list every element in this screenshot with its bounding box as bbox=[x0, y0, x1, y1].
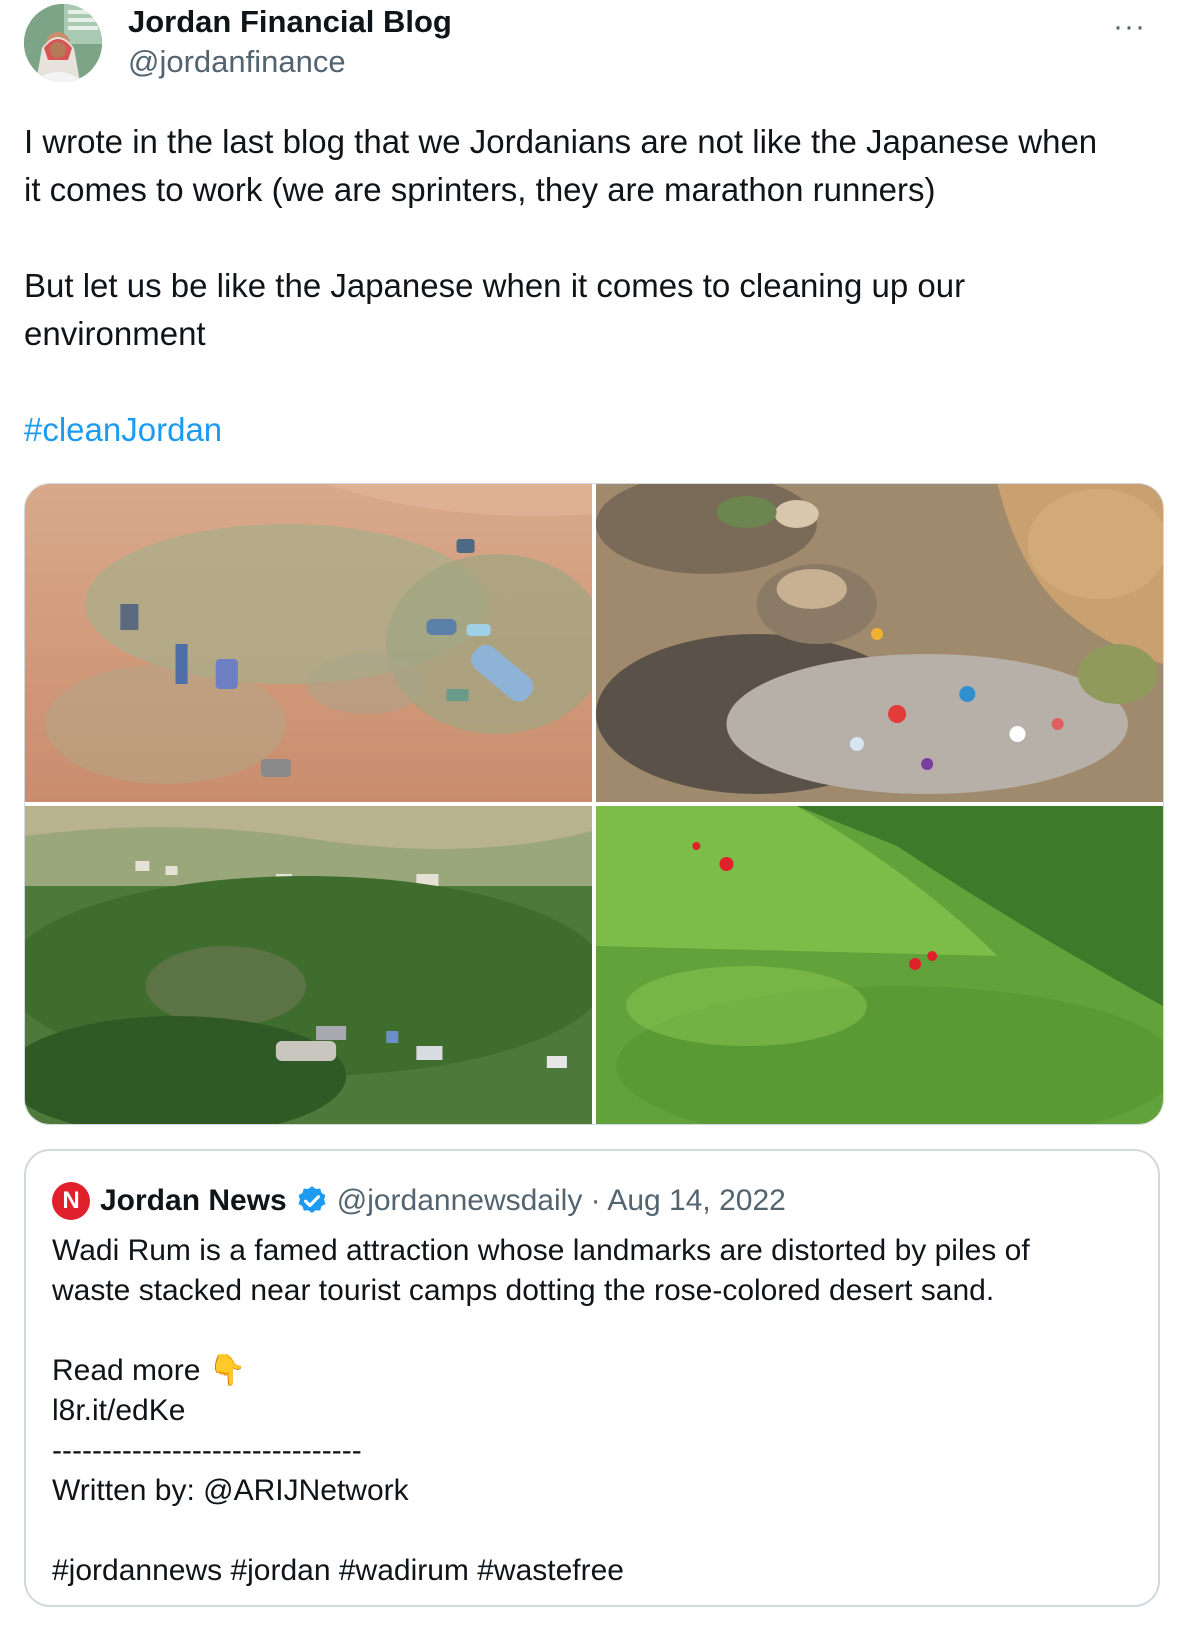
quoted-line: Wadi Rum is a famed attraction whose lan… bbox=[52, 1234, 1030, 1267]
avatar-man-keffiyeh-icon bbox=[24, 4, 102, 82]
photo-3[interactable] bbox=[25, 806, 592, 1124]
quoted-handle-date[interactable]: @jordannewsdaily · Aug 14, 2022 bbox=[337, 1184, 786, 1218]
photo-grid bbox=[24, 483, 1164, 1125]
tweet-text: I wrote in the last blog that we Jordani… bbox=[24, 118, 1154, 454]
quoted-tweet-header: N Jordan News @jordannewsdaily · Aug 14,… bbox=[52, 1181, 786, 1221]
tweet-line: I wrote in the last blog that we Jordani… bbox=[24, 123, 1098, 160]
author-handle[interactable]: @jordanfinance bbox=[128, 44, 346, 80]
author-name[interactable]: Jordan Financial Blog bbox=[128, 4, 452, 40]
divider-line: ------------------------------- bbox=[52, 1434, 362, 1467]
tweet-line: it comes to work (we are sprinters, they… bbox=[24, 171, 936, 208]
photo-2[interactable] bbox=[596, 484, 1163, 802]
quoted-link[interactable]: l8r.it/edKe bbox=[52, 1391, 1142, 1431]
photo-rocky-wadi-litter-icon bbox=[596, 484, 1163, 802]
tweet-line: environment bbox=[24, 315, 206, 352]
photo-green-hillside-litter-icon bbox=[25, 806, 592, 1124]
quoted-tweet-card[interactable]: N Jordan News @jordannewsdaily · Aug 14,… bbox=[24, 1149, 1160, 1607]
photo-desert-sand-litter-icon bbox=[25, 484, 592, 802]
quoted-line: waste stacked near tourist camps dotting… bbox=[52, 1274, 995, 1307]
photo-1[interactable] bbox=[25, 484, 592, 802]
jordan-news-logo-icon: N bbox=[52, 1182, 90, 1220]
photo-4[interactable] bbox=[596, 806, 1163, 1124]
quoted-author-name[interactable]: Jordan News bbox=[100, 1184, 287, 1218]
quoted-tweet-body: Wadi Rum is a famed attraction whose lan… bbox=[52, 1231, 1142, 1591]
hashtag-link[interactable]: #cleanJordan bbox=[24, 411, 222, 448]
tweet-line: But let us be like the Japanese when it … bbox=[24, 267, 966, 304]
photo-green-slope-poppies-icon bbox=[596, 806, 1163, 1124]
author-avatar[interactable] bbox=[24, 4, 102, 82]
read-more-text: Read more 👇 bbox=[52, 1354, 247, 1387]
verified-badge-icon bbox=[298, 1186, 326, 1214]
more-options-icon[interactable]: ··· bbox=[1113, 10, 1146, 44]
written-by-text: Written by: @ARIJNetwork bbox=[52, 1474, 409, 1507]
quoted-hashtags: #jordannews #jordan #wadirum #wastefree bbox=[52, 1554, 624, 1587]
